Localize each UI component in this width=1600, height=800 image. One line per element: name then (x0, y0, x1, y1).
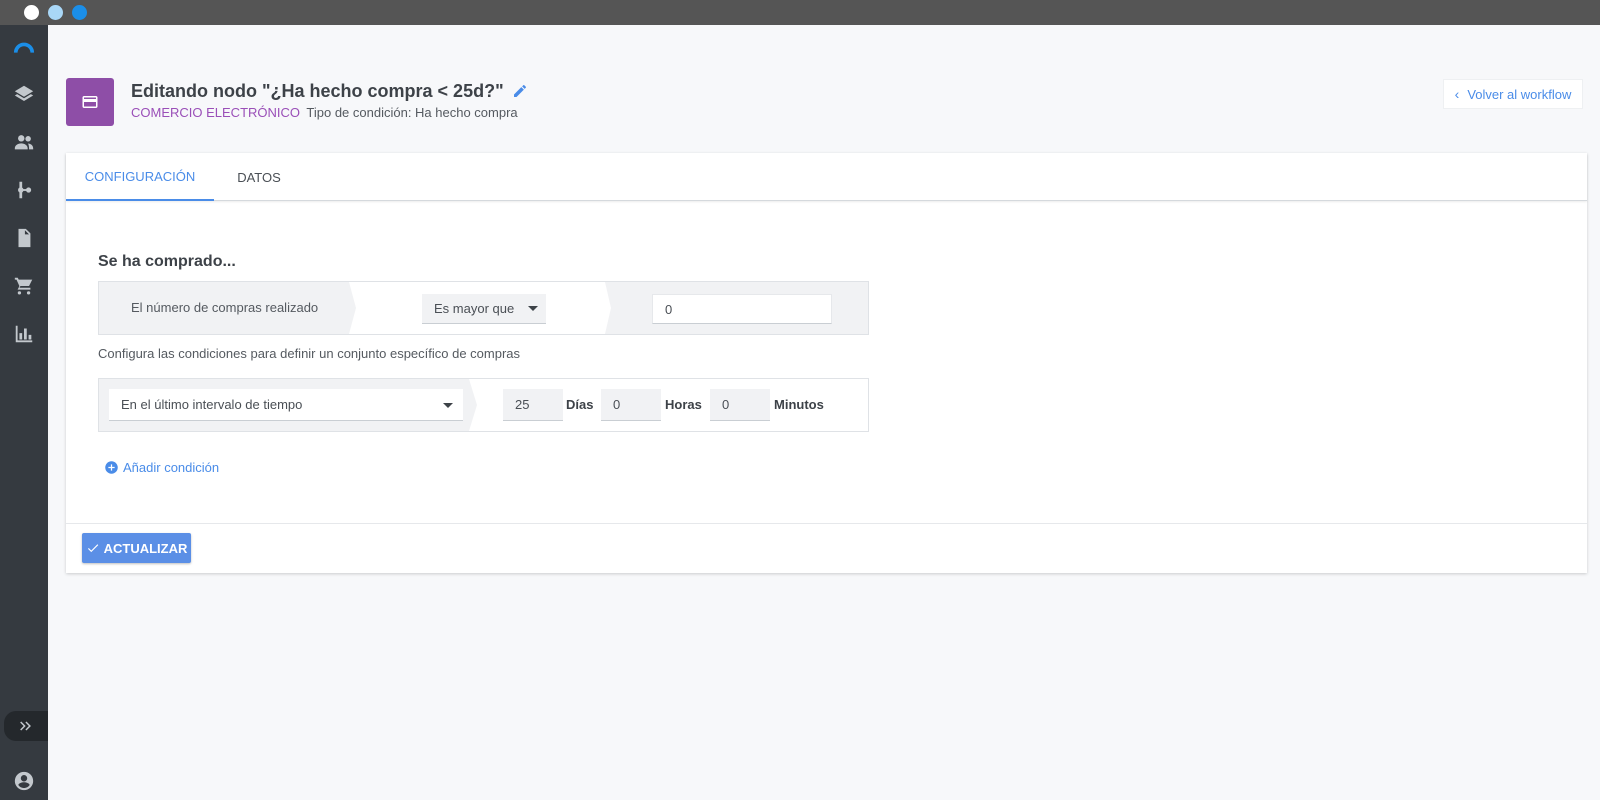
double-chevron-right-icon (17, 717, 35, 735)
account-circle-icon (13, 770, 35, 792)
category-label: COMERCIO ELECTRÓNICO (131, 105, 301, 120)
hours-input[interactable]: 0 (601, 389, 661, 421)
tab-datos[interactable]: DATOS (214, 153, 304, 201)
purchase-count-input[interactable]: 0 (652, 294, 832, 324)
window-close-button[interactable] (24, 5, 39, 20)
layers-icon[interactable] (0, 74, 48, 114)
editor-card: CONFIGURACIÓN DATOS Se ha comprado... El… (66, 153, 1587, 573)
tab-bar: CONFIGURACIÓN DATOS (66, 153, 1587, 201)
card-footer: ACTUALIZAR (66, 523, 1587, 573)
update-button-label: ACTUALIZAR (103, 540, 188, 556)
add-circle-icon (104, 460, 119, 475)
purchase-count-condition: El número de compras realizado Es mayor … (98, 281, 869, 335)
hours-label: Horas (665, 397, 702, 412)
user-account-button[interactable] (0, 762, 48, 800)
update-button[interactable]: ACTUALIZAR (82, 533, 191, 563)
minutes-input[interactable]: 0 (710, 389, 770, 421)
back-to-workflow-label: Volver al workflow (1467, 86, 1572, 102)
add-condition-label: Añadir condición (123, 460, 220, 475)
page-title: Editando nodo "¿Ha hecho compra < 25d?" (131, 81, 530, 102)
conditions-hint: Configura las condiciones para definir u… (98, 346, 521, 361)
condition-label: El número de compras realizado (131, 300, 319, 315)
bar-chart-icon[interactable] (0, 314, 48, 354)
credit-card-icon (81, 93, 99, 111)
page-title-text: Editando nodo "¿Ha hecho compra < 25d?" (131, 81, 504, 101)
workflow-icon[interactable] (0, 170, 48, 210)
logo-icon[interactable] (0, 29, 48, 69)
document-icon[interactable] (0, 218, 48, 258)
window-maximize-button[interactable] (72, 5, 87, 20)
interval-select[interactable]: En el último intervalo de tiempo (109, 389, 463, 421)
operator-select-value: Es mayor que (434, 301, 515, 316)
expand-sidebar-button[interactable] (4, 711, 48, 741)
window-minimize-button[interactable] (48, 5, 63, 20)
days-label: Días (566, 397, 594, 412)
chevron-left-icon: ‹ (1454, 86, 1460, 102)
tab-configuracion[interactable]: CONFIGURACIÓN (66, 153, 214, 201)
operator-select[interactable]: Es mayor que (422, 294, 546, 324)
window-titlebar (0, 0, 1600, 25)
cart-icon[interactable] (0, 266, 48, 306)
days-input[interactable]: 25 (503, 389, 563, 421)
back-to-workflow-button[interactable]: ‹ Volver al workflow (1443, 79, 1583, 109)
minutes-label: Minutos (774, 397, 824, 412)
caret-down-icon (443, 403, 453, 408)
condition-type-label: Tipo de condición: Ha hecho compra (306, 105, 518, 120)
edit-pencil-icon[interactable] (512, 83, 530, 101)
node-type-badge (66, 78, 114, 126)
people-icon[interactable] (0, 122, 48, 162)
section-title: Se ha comprado... (98, 253, 236, 270)
sidebar (0, 25, 48, 800)
node-subtitle: COMERCIO ELECTRÓNICO Tipo de condición: … (131, 105, 518, 120)
add-condition-button[interactable]: Añadir condición (104, 460, 219, 475)
interval-select-value: En el último intervalo de tiempo (121, 397, 303, 412)
time-interval-condition: En el último intervalo de tiempo 25 Días… (98, 378, 869, 432)
caret-down-icon (528, 306, 538, 311)
check-icon (86, 541, 100, 555)
